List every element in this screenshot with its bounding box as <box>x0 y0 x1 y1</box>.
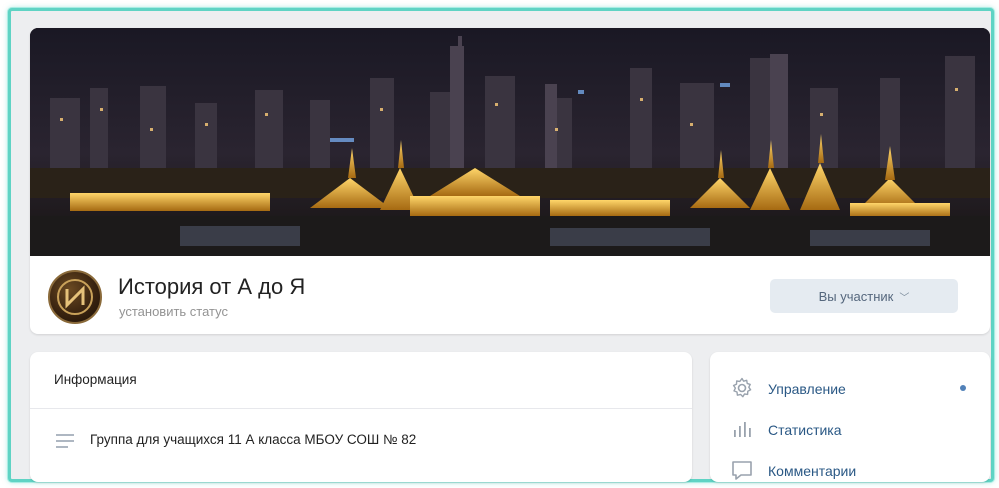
gear-icon <box>732 377 752 398</box>
group-header-card: История от А до Я установить статус Вы у… <box>30 28 990 334</box>
menu-item-stats[interactable]: Статистика <box>710 411 990 447</box>
set-status-link[interactable]: установить статус <box>119 304 228 319</box>
notification-dot <box>960 385 966 391</box>
info-card: Информация Группа для учащихся 11 А клас… <box>30 352 692 482</box>
comment-icon <box>732 461 752 480</box>
admin-menu: Управление Статистика Комментарии <box>710 352 990 482</box>
menu-item-label: Комментарии <box>768 463 857 479</box>
info-heading: Информация <box>54 372 137 387</box>
menu-item-label: Статистика <box>768 422 842 438</box>
member-button-label: Вы участник <box>818 288 894 304</box>
description-icon <box>56 434 74 448</box>
group-description: Группа для учащихся 11 А класса МБОУ СОШ… <box>90 432 417 447</box>
menu-item-label: Управление <box>768 381 846 397</box>
member-button[interactable]: Вы участник ﹀ <box>770 279 958 313</box>
menu-item-comments[interactable]: Комментарии <box>710 452 990 488</box>
menu-item-manage[interactable]: Управление <box>710 370 990 406</box>
group-avatar[interactable] <box>48 270 102 324</box>
cover-image <box>30 28 990 256</box>
stats-icon <box>734 422 751 437</box>
group-title: История от А до Я <box>118 274 306 299</box>
divider <box>30 408 692 409</box>
chevron-down-icon: ﹀ <box>899 292 910 304</box>
